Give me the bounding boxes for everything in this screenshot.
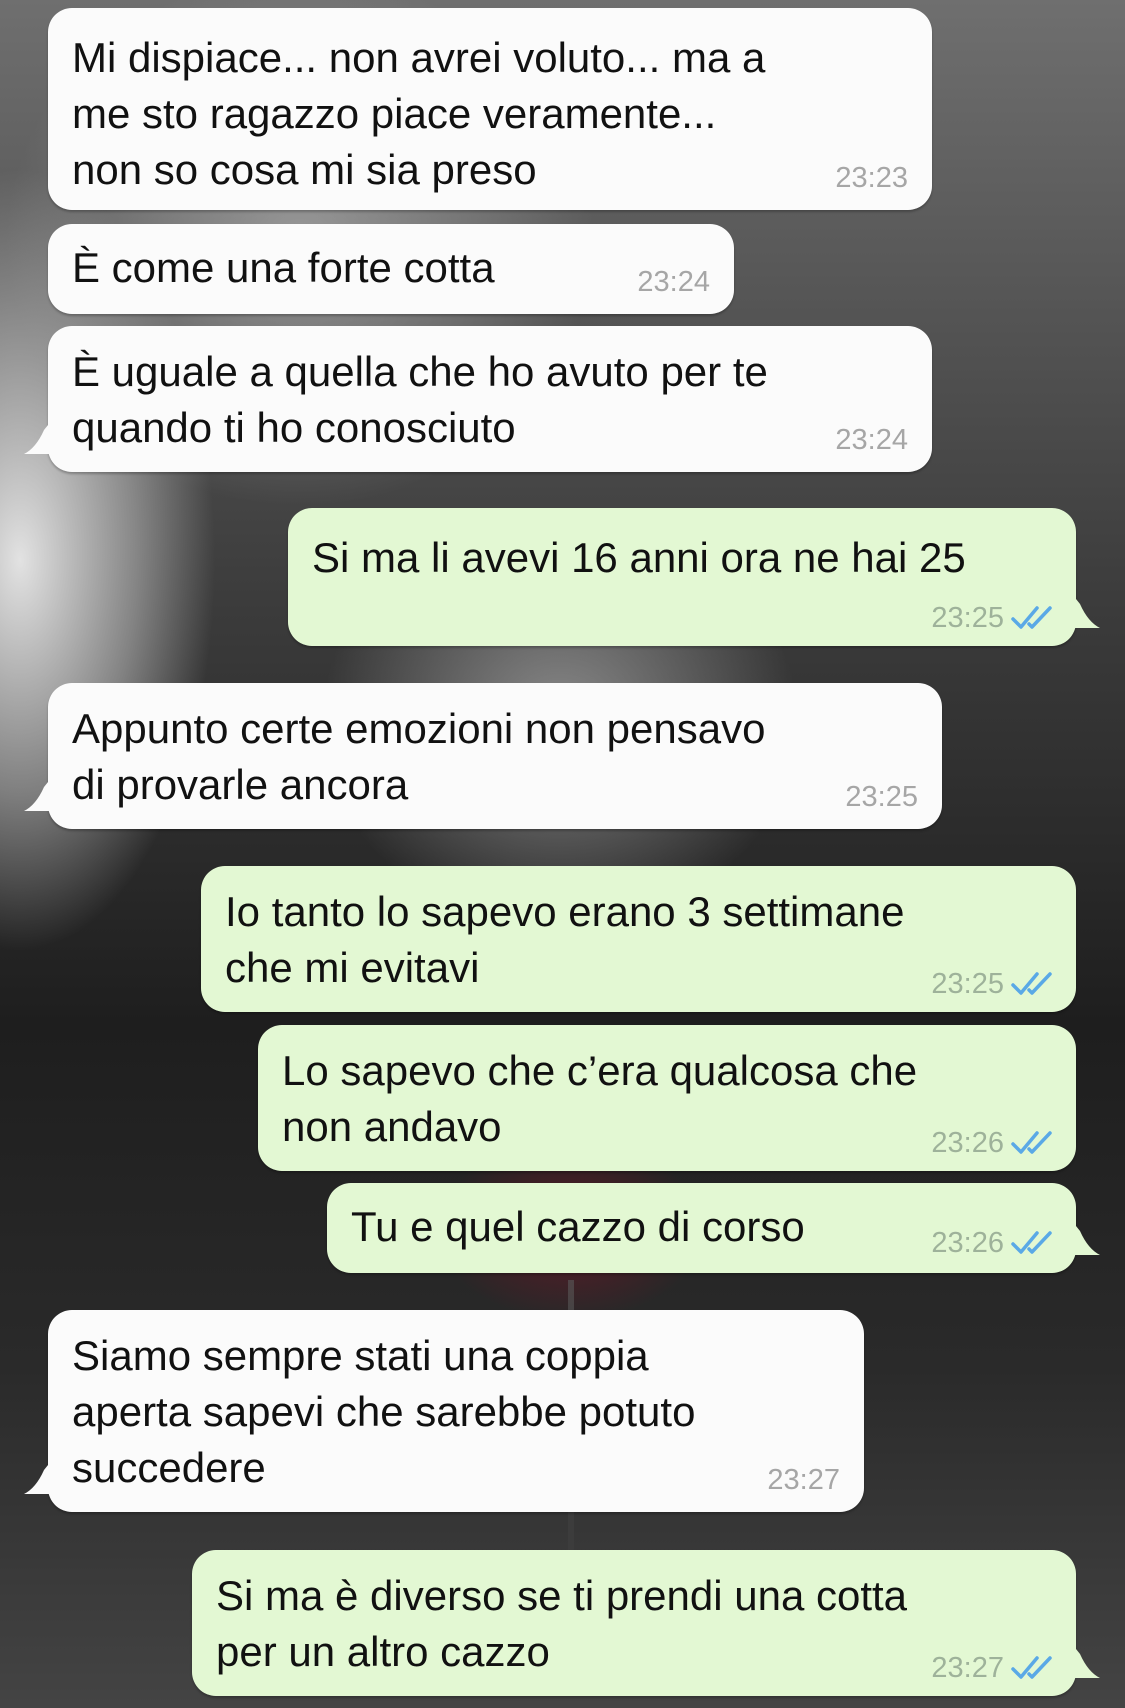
message-meta: 23:25: [931, 602, 1056, 634]
message-bubble-incoming[interactable]: È come una forte cotta 23:24: [48, 224, 734, 314]
message-text: È come una forte cotta: [72, 244, 495, 291]
message-meta: 23:24: [637, 266, 710, 298]
message-meta: 23:23: [835, 162, 908, 194]
double-check-icon: [1011, 1656, 1052, 1679]
message-bubble-incoming[interactable]: Appunto certe emozioni non pensavo di pr…: [24, 683, 942, 829]
message-meta: 23:27: [767, 1464, 840, 1496]
message-time: 23:26: [931, 1127, 1004, 1159]
double-check-icon: [1011, 1131, 1052, 1154]
message-meta: 23:26: [931, 1227, 1056, 1259]
message-text: Appunto certe emozioni non pensavo di pr…: [72, 705, 766, 808]
bubble-tail: [1072, 1644, 1100, 1678]
message-time: 23:27: [767, 1464, 840, 1496]
double-check-icon: [1011, 606, 1052, 629]
message-bubble-incoming[interactable]: Siamo sempre stati una coppia aperta sap…: [24, 1310, 864, 1512]
message-time: 23:23: [835, 162, 908, 194]
message-bubble-outgoing[interactable]: Si ma è diverso se ti prendi una cotta p…: [192, 1550, 1100, 1696]
message-time: 23:25: [931, 602, 1004, 634]
message-time: 23:25: [845, 781, 918, 813]
double-check-icon: [1011, 1231, 1052, 1254]
message-time: 23:24: [637, 266, 710, 298]
message-text: Si ma è diverso se ti prendi una cotta p…: [216, 1572, 908, 1675]
bubble-tail: [24, 420, 52, 454]
message-bubble-incoming[interactable]: Mi dispiace... non avrei voluto... ma a …: [48, 8, 932, 210]
message-text: Io tanto lo sapevo erano 3 settimane che…: [225, 888, 905, 991]
message-bubble-outgoing[interactable]: Lo sapevo che c’era qualcosa che non and…: [258, 1025, 1076, 1171]
message-bubble-incoming[interactable]: È uguale a quella che ho avuto per te qu…: [24, 326, 932, 472]
message-text: Si ma li avevi 16 anni ora ne hai 25: [312, 534, 966, 581]
message-meta: 23:26: [931, 1127, 1056, 1159]
bubble-tail: [24, 777, 52, 811]
message-meta: 23:25: [931, 968, 1056, 1000]
bubble-tail: [1072, 1221, 1100, 1255]
bubble-tail: [24, 1460, 52, 1494]
message-meta: 23:25: [845, 781, 918, 813]
message-time: 23:25: [931, 968, 1004, 1000]
message-time: 23:26: [931, 1227, 1004, 1259]
message-bubble-outgoing[interactable]: Tu e quel cazzo di corso 23:26: [327, 1183, 1100, 1273]
message-bubble-outgoing[interactable]: Si ma li avevi 16 anni ora ne hai 25 23:…: [288, 508, 1100, 646]
message-meta: 23:27: [931, 1652, 1056, 1684]
message-text: È uguale a quella che ho avuto per te qu…: [72, 348, 768, 451]
message-meta: 23:24: [835, 424, 908, 456]
message-time: 23:24: [835, 424, 908, 456]
message-text: Siamo sempre stati una coppia aperta sap…: [72, 1332, 696, 1491]
double-check-icon: [1011, 972, 1052, 995]
bubble-tail: [1072, 594, 1100, 628]
message-bubble-outgoing[interactable]: Io tanto lo sapevo erano 3 settimane che…: [201, 866, 1076, 1012]
message-text: Mi dispiace... non avrei voluto... ma a …: [72, 34, 766, 193]
message-time: 23:27: [931, 1652, 1004, 1684]
